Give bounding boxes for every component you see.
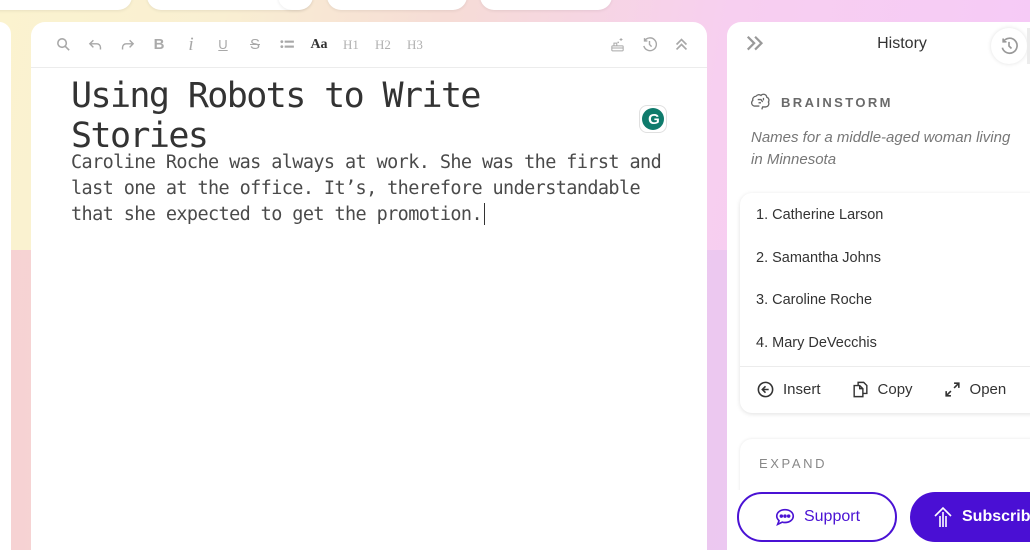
text-caret: [483, 203, 485, 225]
bold-button[interactable]: B: [143, 30, 175, 60]
document-body[interactable]: Caroline Roche was always at work. She w…: [71, 150, 671, 228]
document-title[interactable]: Using Robots to Write Stories: [71, 76, 627, 156]
result-item[interactable]: 2. Samantha Johns: [756, 250, 1030, 293]
font-style-button[interactable]: Aa: [303, 30, 335, 60]
expand-label: EXPAND: [759, 456, 828, 471]
subscribe-button[interactable]: Subscrib: [910, 492, 1030, 542]
list-button[interactable]: [271, 30, 303, 60]
grammarly-button[interactable]: G: [639, 105, 667, 133]
history-icon: [642, 37, 657, 52]
copy-label: Copy: [877, 381, 913, 398]
sparkle-sweep-icon: [610, 38, 624, 52]
brainstorm-result-card: 1. Catherine Larson 2. Samantha Johns 3.…: [740, 193, 1030, 413]
brainstorm-label-text: BRAINSTORM: [781, 94, 893, 110]
arrow-left-circle-icon: [757, 381, 774, 398]
redo-icon: [121, 39, 134, 50]
chat-bubble-icon: [775, 508, 795, 526]
list-icon: [279, 40, 294, 49]
undo-button[interactable]: [79, 30, 111, 60]
sidebar-header: History: [727, 22, 1030, 66]
support-button[interactable]: Support: [737, 492, 897, 542]
strikethrough-button[interactable]: S: [239, 30, 271, 60]
insert-label: Insert: [783, 381, 821, 398]
result-actions: Insert Copy Open: [740, 366, 1030, 412]
collapse-toolbar-button[interactable]: [665, 30, 697, 60]
history-button[interactable]: [633, 30, 665, 60]
open-label: Open: [969, 381, 1007, 398]
clean-button[interactable]: [601, 30, 633, 60]
italic-button[interactable]: i: [175, 30, 207, 60]
history-sidebar: History BRAINSTORM Names for a middle-ag…: [727, 22, 1030, 550]
search-button[interactable]: [47, 30, 79, 60]
underline-button[interactable]: U: [207, 30, 239, 60]
result-item[interactable]: 3. Caroline Roche: [756, 292, 1030, 335]
history-icon: [1001, 37, 1018, 55]
top-tab[interactable]: [480, 0, 612, 10]
result-item[interactable]: 1. Catherine Larson: [756, 207, 1030, 250]
support-label: Support: [803, 508, 861, 525]
search-icon: [56, 38, 70, 51]
sidebar-title: History: [877, 35, 927, 52]
heading-1-button[interactable]: H1: [335, 30, 367, 60]
brain-icon: [751, 93, 770, 110]
insert-button[interactable]: Insert: [756, 380, 821, 399]
open-button[interactable]: Open: [943, 380, 1007, 399]
redo-button[interactable]: [111, 30, 143, 60]
editor-panel: B i U S Aa H1 H2 H3 Using Robots to Writ…: [31, 22, 707, 550]
copy-button[interactable]: Copy: [851, 380, 913, 399]
top-tab[interactable]: [0, 0, 132, 10]
document-title-row: Using Robots to Write Stories G: [71, 76, 667, 156]
heading-3-button[interactable]: H3: [399, 30, 431, 60]
heading-2-button[interactable]: H2: [367, 30, 399, 60]
upgrade-arrow-icon: [934, 506, 952, 527]
left-panel: [0, 22, 11, 550]
copy-icon: [852, 381, 868, 398]
subscribe-label: Subscrib: [962, 508, 1030, 525]
result-list: 1. Catherine Larson 2. Samantha Johns 3.…: [740, 193, 1030, 377]
document-area[interactable]: Using Robots to Write Stories G Caroline…: [31, 68, 707, 228]
brainstorm-prompt: Names for a middle-aged woman living in …: [751, 129, 1011, 168]
document-text: Caroline Roche was always at work. She w…: [71, 152, 662, 225]
sidebar-footer: Support Subscrib: [727, 490, 1030, 550]
top-tab[interactable]: [327, 0, 467, 10]
grammarly-icon: G: [642, 108, 665, 130]
chevrons-up-icon: [675, 38, 687, 51]
editor-toolbar: B i U S Aa H1 H2 H3: [31, 22, 707, 68]
undo-icon: [88, 39, 101, 50]
expand-arrows-icon: [944, 382, 960, 397]
brainstorm-label: BRAINSTORM: [751, 93, 893, 111]
sidebar-history-button[interactable]: [991, 28, 1030, 64]
